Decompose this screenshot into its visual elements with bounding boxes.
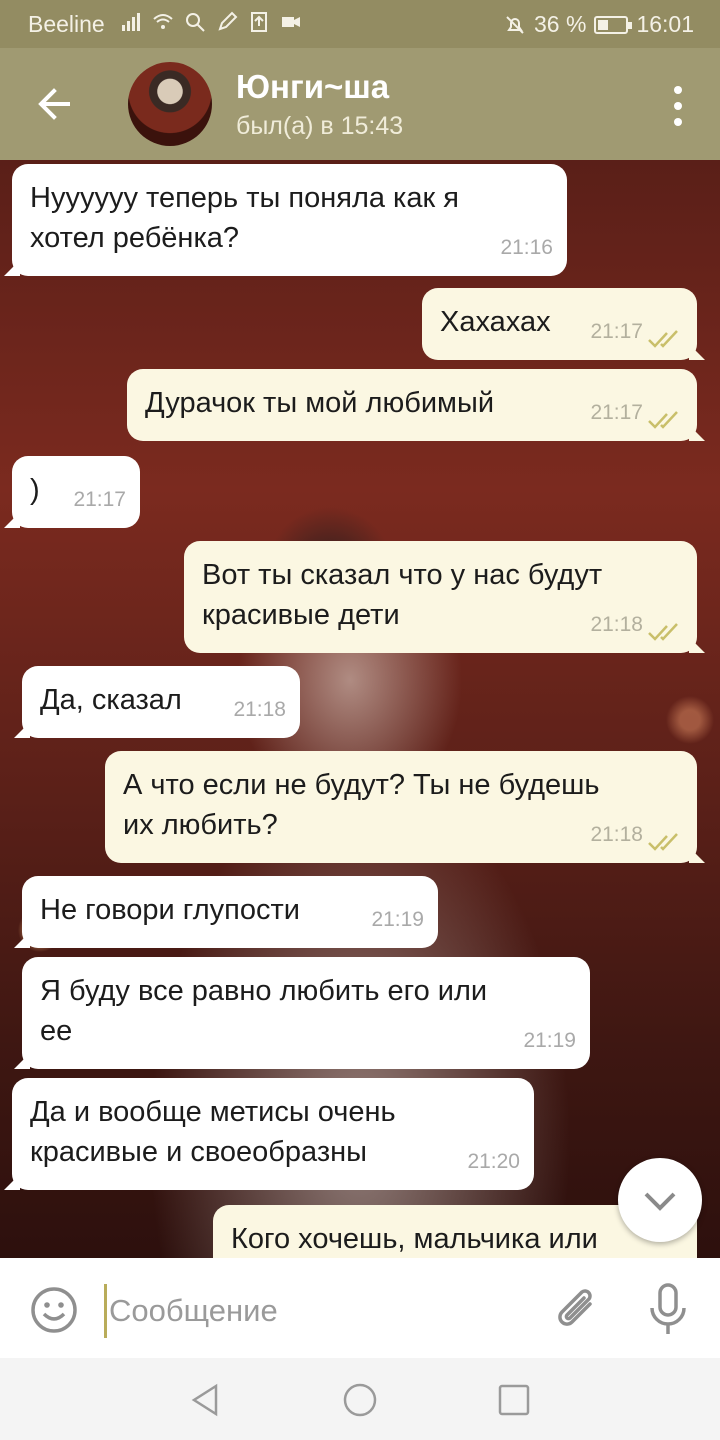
nav-home-icon[interactable] (342, 1382, 378, 1418)
back-button[interactable] (28, 78, 84, 130)
message-list[interactable]: Нуууууу теперь ты поняла как я хотел реб… (0, 160, 720, 1258)
chat-header: Юнги~ша был(а) в 15:43 (0, 48, 720, 160)
emoji-button[interactable] (30, 1286, 78, 1334)
message-time: 21:17 (590, 401, 643, 424)
message-input[interactable] (104, 1284, 531, 1338)
outgoing-message[interactable]: Хахахах 21:17 (422, 288, 697, 360)
signal-icon (122, 13, 140, 31)
message-time: 21:18 (590, 823, 643, 846)
nav-back-icon[interactable] (188, 1382, 224, 1418)
status-icons (120, 11, 302, 33)
mute-bell-icon (506, 15, 524, 34)
battery-percent: 36 % (534, 11, 587, 37)
message-time: 21:19 (523, 1029, 576, 1052)
status-right: 36 % 16:01 (504, 11, 694, 38)
read-ticks-icon (648, 330, 678, 348)
mic-icon (650, 1283, 686, 1334)
scroll-down-button[interactable] (618, 1158, 702, 1242)
battery-fill (598, 19, 608, 30)
chevron-down-icon (644, 1192, 676, 1211)
nav-recents-icon[interactable] (496, 1382, 532, 1418)
more-menu-button[interactable] (666, 84, 690, 128)
system-nav-bar (0, 1358, 720, 1440)
voice-record-button[interactable] (646, 1282, 690, 1338)
status-bar: Beeline 36 % 16:01 (0, 0, 720, 48)
read-ticks-icon (648, 623, 678, 641)
attach-button[interactable] (554, 1284, 600, 1334)
battery-icon (594, 15, 633, 34)
message-time: 21:18 (590, 613, 643, 636)
carrier-name: Beeline (28, 11, 105, 37)
chat-title[interactable]: Юнги~ша (236, 68, 389, 106)
back-arrow-icon (38, 88, 70, 120)
outgoing-message[interactable]: Дурачок ты мой любимый 21:17 (127, 369, 697, 441)
incoming-message[interactable]: Да и вообще метисы очень красивые и свое… (12, 1078, 534, 1190)
last-seen-status: был(а) в 15:43 (236, 112, 404, 140)
incoming-message[interactable]: Да, сказал 21:18 (22, 666, 300, 738)
more-vert-icon (674, 86, 682, 126)
pencil-icon (218, 11, 238, 31)
clock: 16:01 (636, 11, 694, 37)
incoming-message[interactable]: ) 21:17 (12, 456, 140, 528)
incoming-message[interactable]: Не говори глупости 21:19 (22, 876, 438, 948)
message-time: 21:18 (233, 698, 286, 721)
incoming-message[interactable]: Нуууууу теперь ты поняла как я хотел реб… (12, 164, 567, 276)
avatar[interactable] (128, 62, 212, 146)
message-text: Хахахах (440, 306, 551, 338)
message-time: 21:20 (467, 1150, 520, 1173)
emoji-icon (31, 1287, 77, 1333)
message-time: 21:19 (371, 908, 424, 931)
message-time: 21:17 (73, 488, 126, 511)
message-text: Я буду все равно любить его или ее (40, 975, 488, 1047)
outgoing-message[interactable]: А что если не будут? Ты не будешь их люб… (105, 751, 697, 863)
message-time: 21:16 (500, 236, 553, 259)
read-ticks-icon (648, 411, 678, 429)
message-text: Нуууууу теперь ты поняла как я хотел реб… (30, 182, 459, 254)
outgoing-message[interactable]: Вот ты сказал что у нас будут красивые д… (184, 541, 697, 653)
message-text: Не говори глупости (40, 894, 300, 926)
message-text: Да и вообще метисы очень красивые и свое… (30, 1096, 396, 1168)
search-icon (186, 13, 205, 32)
upload-icon (251, 12, 267, 32)
attach-icon (558, 1289, 592, 1326)
message-input-bar (0, 1258, 720, 1358)
message-time: 21:17 (590, 320, 643, 343)
video-icon (282, 17, 300, 27)
wifi-icon (153, 14, 173, 29)
read-ticks-icon (648, 833, 678, 851)
incoming-message[interactable]: Я буду все равно любить его или ее 21:19 (22, 957, 590, 1069)
message-text: Кого хочешь, мальчика или (231, 1223, 598, 1255)
